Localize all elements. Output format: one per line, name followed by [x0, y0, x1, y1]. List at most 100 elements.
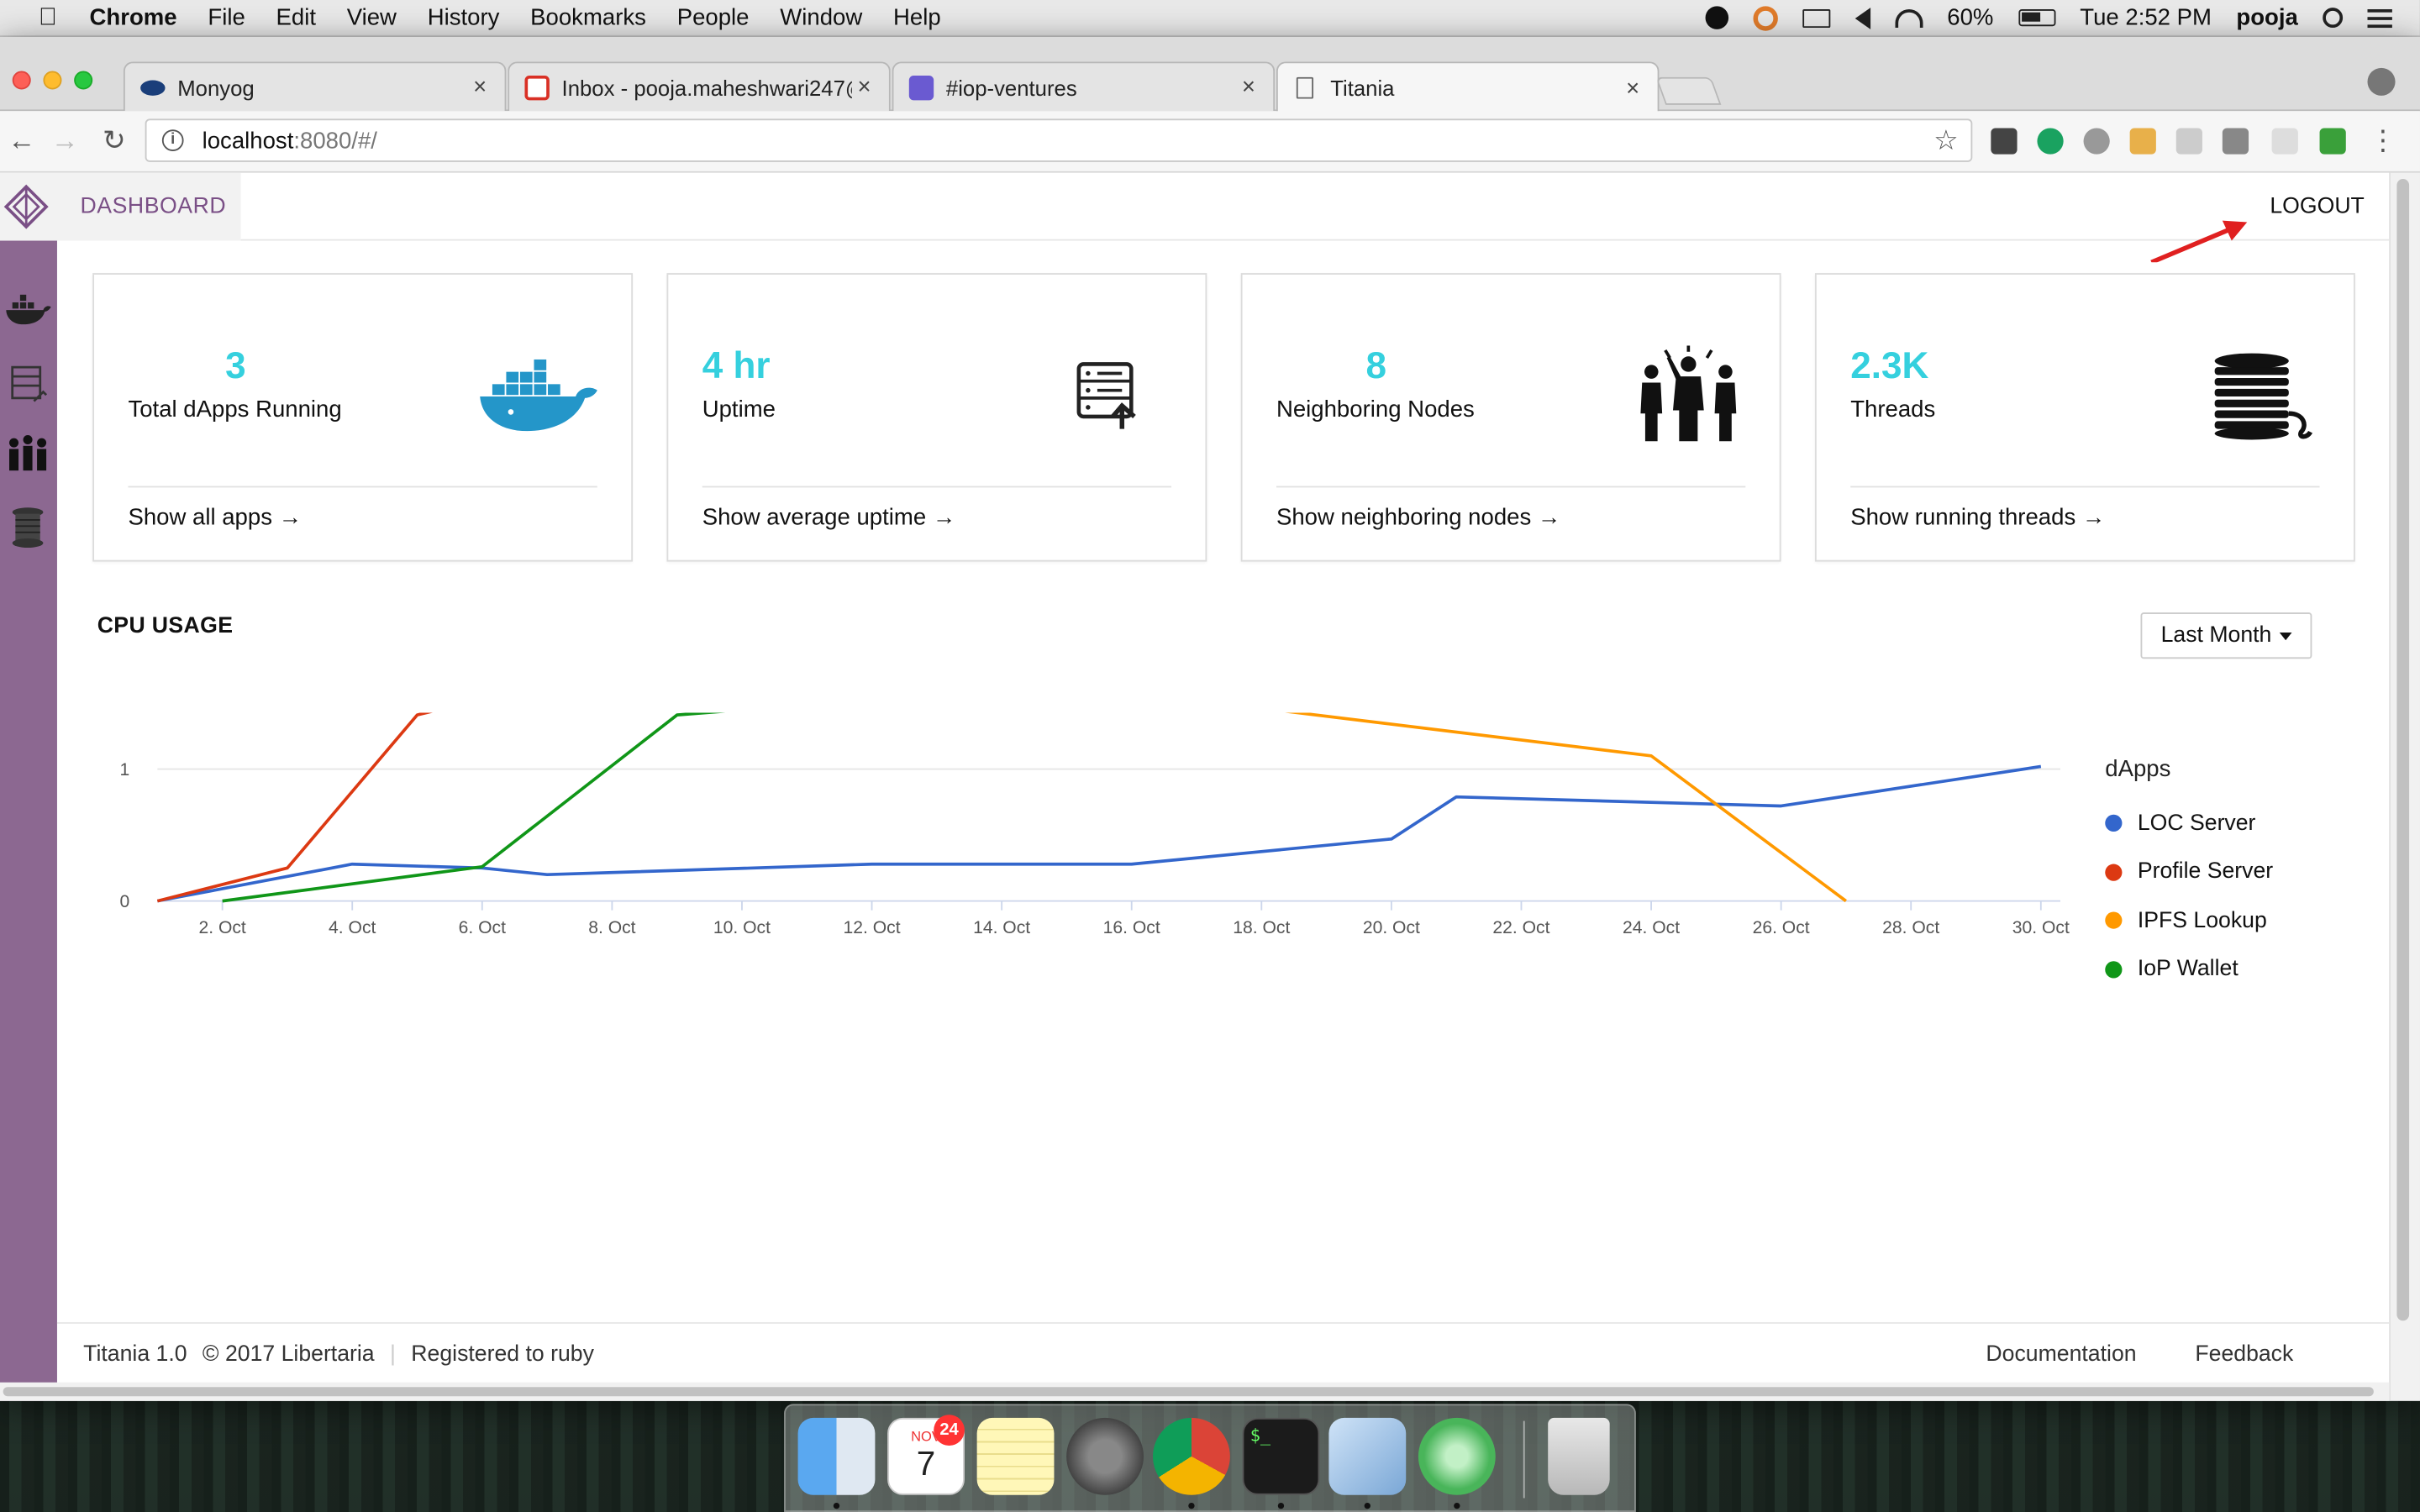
info-icon[interactable]: i [161, 129, 184, 151]
notes-icon[interactable] [976, 1417, 1055, 1495]
nav-dashboard-link[interactable]: DASHBOARD [81, 194, 227, 218]
x-tick-label: 26. Oct [1753, 918, 1810, 937]
system-preferences-icon[interactable] [1066, 1417, 1144, 1495]
forward-arrow-icon[interactable]: → [50, 125, 81, 156]
footer-registered: Registered to ruby [411, 1341, 594, 1367]
card-label: Total dApps Running [128, 396, 342, 423]
trash-icon[interactable] [1548, 1417, 1610, 1495]
close-icon[interactable]: × [1236, 74, 1260, 100]
profile-icon[interactable] [2367, 67, 2396, 96]
x-tick-label: 30. Oct [2012, 918, 2070, 937]
menu-history[interactable]: History [428, 5, 500, 31]
card-divider [1276, 486, 1746, 488]
terminal-icon[interactable]: $_ [1242, 1417, 1320, 1495]
browser-window: Monyog × Inbox - pooja.maheshwari247@ × … [0, 37, 2420, 1401]
menu-people[interactable]: People [677, 5, 750, 31]
menubar-user[interactable]: pooja [2236, 5, 2297, 31]
show-neighboring-nodes-link[interactable]: Show neighboring nodes → [1276, 505, 1560, 531]
menu-help[interactable]: Help [893, 5, 941, 31]
page-footer: Titania 1.0 © 2017 Libertaria | Register… [56, 1322, 2390, 1383]
uptime-card: 4 hr Uptime Show average uptime → [666, 273, 1207, 562]
apple-menu-icon[interactable]:  [34, 4, 61, 32]
menu-edit[interactable]: Edit [276, 5, 316, 31]
show-average-uptime-link[interactable]: Show average uptime → [702, 505, 956, 531]
menubar-clock[interactable]: Tue 2:52 PM [2080, 5, 2212, 31]
sidebar-docker-icon[interactable] [3, 284, 53, 333]
close-icon[interactable]: × [1621, 75, 1645, 101]
extension-icon[interactable] [2222, 128, 2249, 155]
legend-item-ipfs-lookup[interactable]: IPFS Lookup [2105, 896, 2273, 945]
legend-item-profile-server[interactable]: Profile Server [2105, 848, 2273, 896]
horizontal-scrollbar[interactable] [0, 1382, 2390, 1401]
legend-dot [2105, 960, 2123, 979]
window-close-button[interactable] [12, 71, 31, 90]
show-all-apps-link[interactable]: Show all apps → [128, 505, 302, 531]
close-icon[interactable]: × [852, 74, 876, 100]
window-minimize-button[interactable] [43, 71, 62, 90]
atom-icon[interactable] [1418, 1417, 1496, 1495]
extension-icon[interactable] [2175, 128, 2202, 155]
extension-icon[interactable] [2271, 128, 2298, 155]
sidebar-threads-icon[interactable] [3, 503, 53, 553]
notification-center-icon[interactable] [2367, 8, 2392, 28]
bookmark-star-icon[interactable]: ☆ [1933, 124, 1959, 157]
series-line-ipfs-lookup [1285, 712, 1847, 903]
extension-icon[interactable] [2037, 128, 2064, 155]
docker-whale-icon [480, 359, 597, 432]
cpu-usage-title: CPU USAGE [97, 614, 234, 639]
finder-icon[interactable] [797, 1417, 876, 1495]
tab-inbox[interactable]: Inbox - pooja.maheshwari247@ × [508, 61, 891, 112]
tab-iop-ventures[interactable]: #iop-ventures × [892, 61, 1276, 112]
address-bar[interactable]: i localhost :8080/#/ ☆ [145, 118, 1973, 162]
back-arrow-icon[interactable]: ← [6, 125, 37, 156]
scrollbar-thumb[interactable] [2396, 179, 2410, 1321]
new-tab-button[interactable] [1655, 76, 1722, 105]
battery-icon[interactable] [2018, 9, 2055, 27]
menu-app-name[interactable]: Chrome [90, 5, 177, 31]
extension-icon[interactable] [1991, 128, 2018, 155]
menu-file[interactable]: File [208, 5, 245, 31]
slack-icon [908, 75, 934, 100]
documentation-link[interactable]: Documentation [1986, 1341, 2136, 1366]
titania-logo-icon[interactable] [3, 184, 50, 230]
url-path: :8080/#/ [293, 127, 377, 154]
status-sync-icon[interactable] [1752, 5, 1778, 30]
close-icon[interactable]: × [468, 74, 492, 100]
sidebar-server-icon[interactable] [3, 358, 53, 407]
x-tick-label: 18. Oct [1233, 918, 1290, 937]
legend-item-iop-wallet[interactable]: IoP Wallet [2105, 945, 2273, 994]
legend-label: Profile Server [2137, 859, 2274, 885]
reload-icon[interactable]: ↻ [99, 125, 130, 156]
airplay-icon[interactable] [1802, 8, 1830, 28]
legend-item-loc-server[interactable]: LOC Server [2105, 799, 2273, 848]
menu-view[interactable]: View [347, 5, 397, 31]
extension-icon[interactable] [2129, 128, 2156, 155]
cors-extension-icon[interactable] [2319, 128, 2346, 155]
y-tick-label: 0 [120, 892, 130, 911]
more-menu-icon[interactable]: ⋮ [2367, 125, 2398, 156]
logout-button[interactable]: LOGOUT [2270, 194, 2364, 218]
window-zoom-button[interactable] [74, 71, 93, 90]
chrome-icon[interactable] [1153, 1417, 1230, 1495]
scrollbar-thumb[interactable] [3, 1387, 2374, 1397]
menu-window[interactable]: Window [780, 5, 862, 31]
status-app-icon[interactable] [1704, 6, 1728, 29]
spotlight-search-icon[interactable] [2323, 8, 2344, 29]
x-tick-label: 10. Oct [713, 918, 771, 937]
show-running-threads-link[interactable]: Show running threads → [1850, 505, 2105, 531]
x-tick-label: 16. Oct [1103, 918, 1160, 937]
volume-icon[interactable] [1854, 7, 1870, 29]
vertical-scrollbar[interactable] [2389, 172, 2420, 1401]
virtualbox-icon[interactable] [1328, 1417, 1407, 1495]
settings-gear-icon[interactable] [2083, 128, 2110, 155]
dapps-running-card: 3 Total dApps Running Show all apps → [92, 273, 634, 562]
period-dropdown[interactable]: Last Month [2140, 612, 2312, 659]
wifi-icon[interactable] [1894, 8, 1923, 28]
tab-monyog[interactable]: Monyog × [123, 61, 507, 112]
tab-titania[interactable]: Titania × [1276, 61, 1660, 113]
feedback-link[interactable]: Feedback [2195, 1341, 2293, 1366]
sidebar-nodes-icon[interactable] [3, 429, 53, 479]
threads-card: 2.3K Threads Show running threads → [1814, 273, 2355, 562]
menu-bookmarks[interactable]: Bookmarks [530, 5, 646, 31]
tab-title: #iop-ventures [945, 75, 1077, 100]
